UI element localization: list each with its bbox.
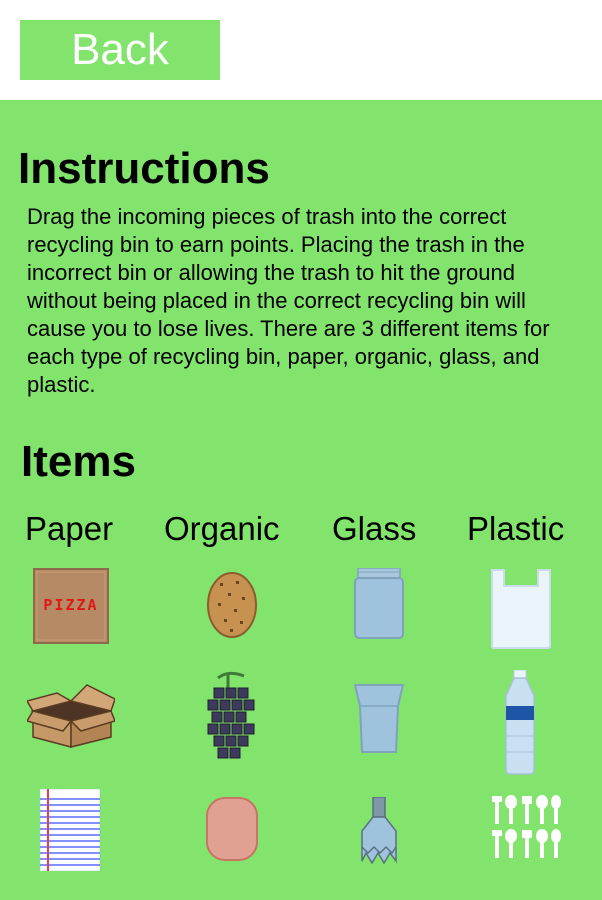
plastic-bottle-icon (502, 670, 538, 776)
notebook-paper-icon (40, 789, 100, 871)
back-button[interactable]: Back (20, 20, 220, 80)
cardboard-box-icon (27, 683, 115, 749)
items-title: Items (21, 437, 136, 486)
glass-jar-icon (354, 568, 404, 640)
plastic-utensils-icon (490, 794, 562, 862)
broken-bottle-icon (360, 797, 398, 865)
potato-icon (206, 571, 258, 639)
category-label-paper: Paper (25, 510, 114, 547)
top-bar: Back (0, 0, 602, 100)
instructions-panel: Instructions Drag the incoming pieces of… (0, 100, 602, 900)
ham-slice-icon (206, 797, 258, 861)
pizza-box-icon: PIZZA (33, 568, 109, 644)
category-label-organic: Organic (164, 510, 280, 547)
instructions-text: Drag the incoming pieces of trash into t… (27, 204, 550, 397)
pizza-label: PIZZA (43, 596, 98, 614)
category-label-plastic: Plastic (467, 510, 565, 547)
instructions-title: Instructions (18, 144, 270, 193)
plastic-bag-icon (490, 568, 552, 650)
grapes-icon (204, 670, 258, 762)
drinking-glass-icon (354, 684, 404, 754)
category-label-glass: Glass (332, 510, 417, 547)
